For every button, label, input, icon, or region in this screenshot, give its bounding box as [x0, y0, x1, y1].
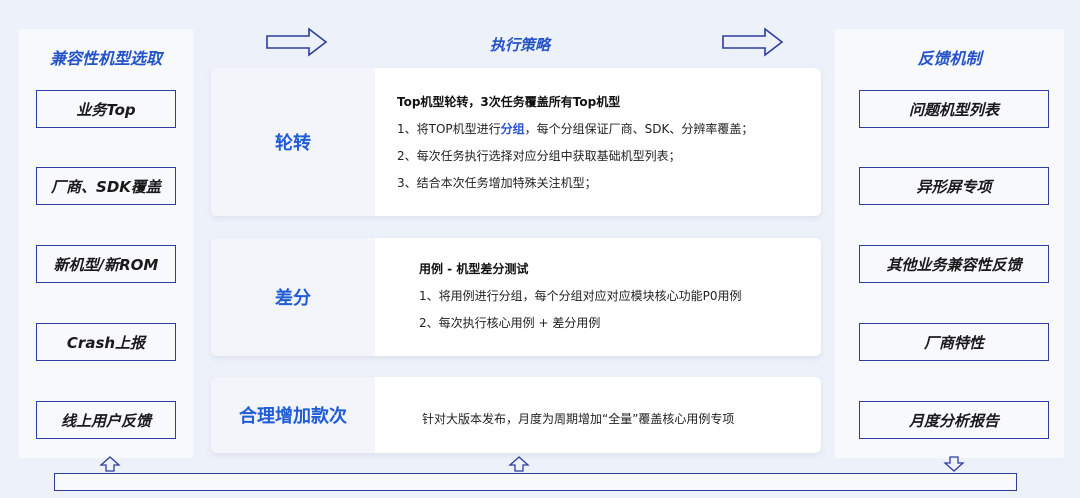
up-arrow-icon: [508, 456, 530, 472]
highlight-text: 分组: [500, 122, 525, 136]
strategy-line: 3、结合本次任务增加特殊关注机型；: [397, 176, 597, 190]
strategy-heading: 用例 - 机型差分测试: [419, 262, 529, 276]
center-title: 执行策略: [489, 36, 550, 54]
strategy-line: 2、每次任务执行选择对应分组中获取基础机型列表；: [397, 149, 681, 163]
left-panel: 兼容性机型选取 业务Top 厂商、SDK覆盖 新机型/新ROM Crash上报 …: [19, 29, 193, 458]
down-arrow-icon: [943, 456, 965, 472]
right-panel-title: 反馈机制: [917, 49, 982, 68]
left-item-new-models: 新机型/新ROM: [36, 245, 176, 283]
strategy-card-rotation: 轮转 Top机型轮转，3次任务覆盖所有Top机型 1、将TOP机型进行分组，每个…: [211, 68, 821, 216]
strategy-line: 1、将用例进行分组，每个分组对应对应模块核心功能P0用例: [419, 289, 742, 303]
left-item-vendor-sdk: 厂商、SDK覆盖: [36, 167, 176, 205]
strategy-card-diff: 差分 用例 - 机型差分测试 1、将用例进行分组，每个分组对应对应模块核心功能P…: [211, 238, 821, 356]
right-item-vendor-features: 厂商特性: [859, 323, 1049, 361]
strategy-label: 轮转: [211, 68, 375, 216]
right-item-problem-models: 问题机型列表: [859, 90, 1049, 128]
strategy-label: 合理增加款次: [211, 377, 375, 453]
right-item-other-feedback: 其他业务兼容性反馈: [859, 245, 1049, 283]
left-item-user-feedback: 线上用户反馈: [36, 401, 176, 439]
right-item-monthly-report: 月度分析报告: [859, 401, 1049, 439]
strategy-heading: Top机型轮转，3次任务覆盖所有Top机型: [397, 95, 621, 109]
right-item-notch-screen: 异形屏专项: [859, 167, 1049, 205]
strategy-card-increase: 合理增加款次 针对大版本发布，月度为周期增加“全量”覆盖核心用例专项: [211, 377, 821, 453]
strategy-line: 2、每次执行核心用例 + 差分用例: [419, 316, 601, 330]
up-arrow-icon: [99, 456, 121, 472]
left-item-business-top: 业务Top: [36, 90, 176, 128]
right-arrow-icon: [722, 27, 784, 57]
left-panel-title: 兼容性机型选取: [49, 49, 162, 68]
left-item-crash-report: Crash上报: [36, 323, 176, 361]
strategy-line: 1、将TOP机型进行分组，每个分组保证厂商、SDK、分辨率覆盖；: [397, 122, 754, 136]
feedback-loop-bar: [54, 473, 1017, 491]
strategy-line: 针对大版本发布，月度为周期增加“全量”覆盖核心用例专项: [422, 412, 735, 426]
strategy-label: 差分: [211, 238, 375, 356]
right-arrow-icon: [266, 27, 328, 57]
right-panel: 反馈机制 问题机型列表 异形屏专项 其他业务兼容性反馈 厂商特性 月度分析报告: [835, 29, 1064, 458]
